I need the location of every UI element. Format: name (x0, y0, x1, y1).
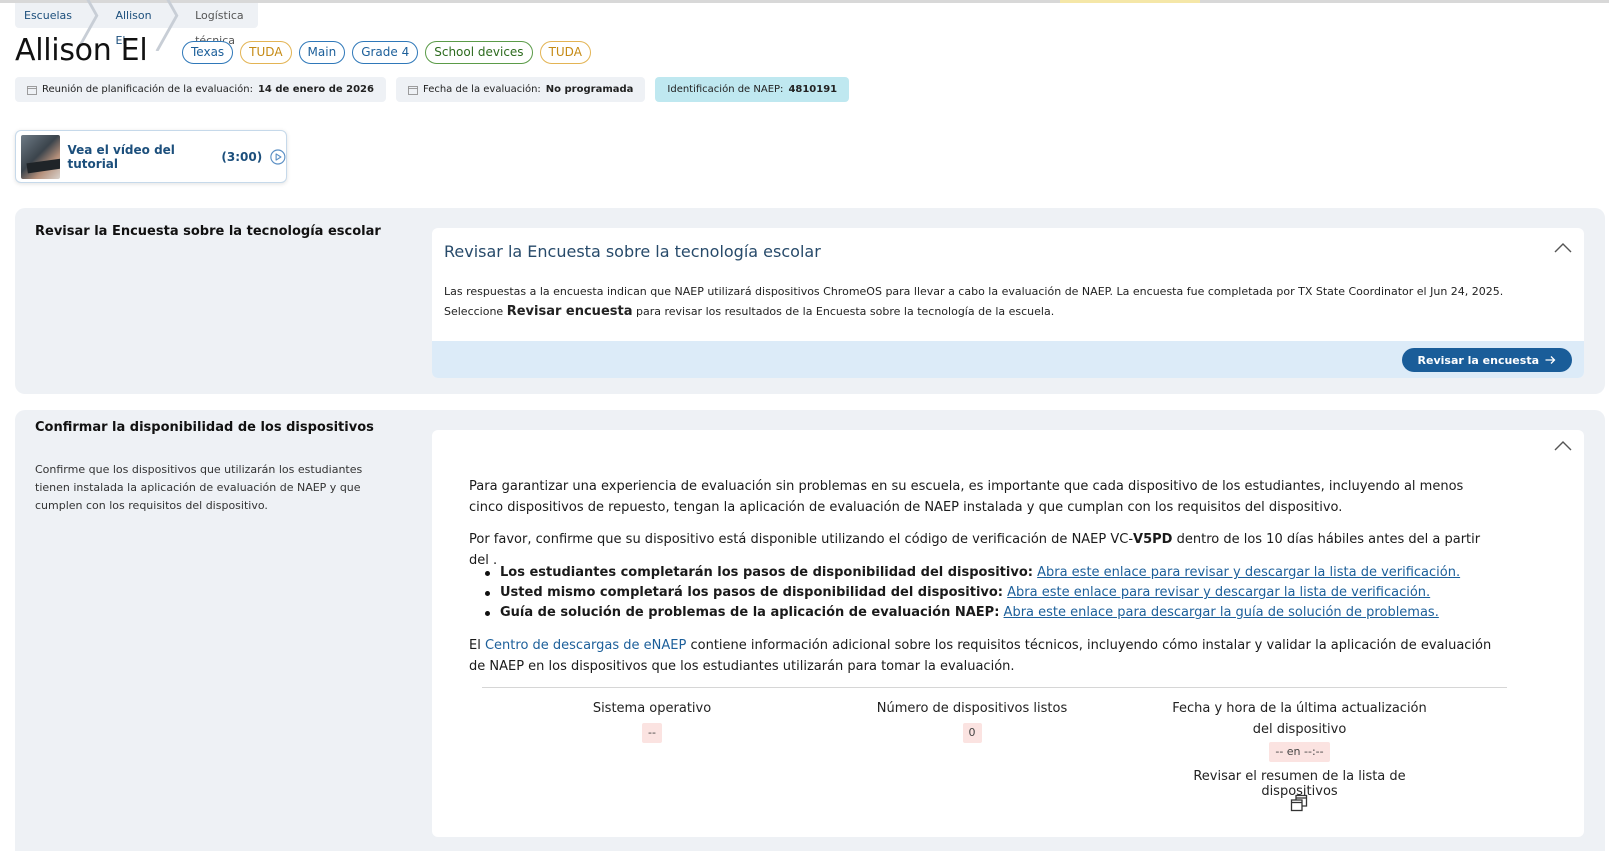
list-item-label: Usted mismo completará los pasos de disp… (500, 585, 1004, 600)
download-center-link[interactable]: Centro de descargas de eNAEP (485, 638, 686, 653)
survey-panel-footer: Revisar la encuesta (432, 341, 1584, 378)
naep-id-value: 4810191 (788, 84, 838, 95)
survey-text-bold: Revisar encuesta (506, 304, 633, 319)
tutorial-label: Vea el vídeo del tutorial (67, 142, 175, 171)
tag-list: Texas TUDA Main Grade 4 School devices T… (182, 41, 591, 64)
open-window-icon[interactable] (1290, 794, 1308, 812)
survey-section-title: Revisar la Encuesta sobre la tecnología … (35, 224, 381, 239)
tutorial-duration: (3:00) (221, 149, 263, 164)
intro-paragraph: Para garantizar una experiencia de evalu… (469, 479, 1464, 515)
stat-label: Fecha y hora de la última actualización … (1172, 701, 1427, 737)
device-readiness-section: Confirmar la disponibilidad de los dispo… (15, 410, 1605, 851)
list-item-label: Los estudiantes completarán los pasos de… (500, 565, 1033, 580)
troubleshooting-guide-link[interactable]: Abra este enlace para descargar la guía … (1004, 605, 1439, 620)
breadcrumb-current: Logística técnica (195, 9, 244, 47)
device-readiness-panel: Para garantizar una experiencia de evalu… (432, 430, 1584, 837)
list-item: Los estudiantes completarán los pasos de… (482, 563, 1460, 583)
tag-main: Main (298, 41, 346, 64)
assessment-date-label: Fecha de la evaluación: (422, 84, 541, 95)
tutorial-video-card[interactable]: Vea el vídeo del tutorial (3:00) (15, 130, 287, 183)
survey-text-part2: para revisar los resultados de la Encues… (635, 305, 1055, 318)
calendar-icon (408, 85, 418, 95)
naep-id-label: Identificación de NAEP: (667, 84, 784, 95)
stat-operating-system: Sistema operativo -- (562, 698, 742, 743)
tag-tuda-2: TUDA (539, 41, 591, 64)
verification-code: V5PD (1133, 532, 1173, 547)
stat-label: Sistema operativo (592, 701, 712, 716)
survey-section: Revisar la Encuesta sobre la tecnología … (15, 208, 1605, 394)
stat-value: -- (642, 723, 662, 743)
survey-text: Las respuestas a la encuesta indican que… (444, 282, 1554, 322)
stat-label: Número de dispositivos listos (876, 701, 1068, 716)
chevron-up-icon[interactable] (1554, 242, 1572, 254)
review-survey-button-label: Revisar la encuesta (1417, 353, 1539, 367)
tag-state: Texas (182, 41, 234, 64)
stat-ready-devices: Número de dispositivos listos 0 (872, 698, 1072, 743)
assessment-date-info: Fecha de la evaluación: No programada (395, 77, 646, 102)
planning-meeting-value: 14 de enero de 2026 (257, 84, 374, 95)
resource-list: Los estudiantes completarán los pasos de… (482, 563, 1460, 623)
chevron-right-icon (155, 0, 179, 52)
review-survey-button[interactable]: Revisar la encuesta (1401, 348, 1572, 372)
list-item: Guía de solución de problemas de la apli… (482, 603, 1460, 623)
tag-devices: School devices (425, 41, 533, 64)
breadcrumb: Escuelas Allison El Logística técnica (15, 0, 258, 52)
download-text-before: El (469, 638, 485, 653)
staff-checklist-link[interactable]: Abra este enlace para revisar y descarga… (1007, 585, 1430, 600)
stat-last-update: Fecha y hora de la última actualización … (1162, 698, 1437, 762)
tag-tuda: TUDA (240, 41, 292, 64)
tutorial-thumbnail (21, 134, 60, 179)
verification-text-before: Por favor, confirme que su dispositivo e… (469, 532, 1134, 547)
naep-id-info: Identificación de NAEP: 4810191 (655, 77, 850, 102)
list-item-label: Guía de solución de problemas de la apli… (500, 605, 1000, 620)
divider (482, 687, 1507, 688)
planning-meeting-label: Reunión de planificación de la evaluació… (42, 84, 253, 95)
chevron-up-icon[interactable] (1554, 440, 1572, 452)
play-icon[interactable] (270, 148, 286, 166)
assessment-date-value: No programada (545, 84, 634, 95)
download-center-paragraph: El Centro de descargas de eNAEP contiene… (469, 635, 1494, 677)
tag-grade: Grade 4 (352, 41, 419, 64)
arrow-right-icon (1545, 356, 1556, 364)
survey-panel-title: Revisar la Encuesta sobre la tecnología … (444, 242, 821, 261)
planning-meeting-info: Reunión de planificación de la evaluació… (15, 77, 386, 102)
stat-value: -- en --:-- (1269, 742, 1330, 762)
info-bar: Reunión de planificación de la evaluació… (15, 77, 850, 102)
device-readiness-title: Confirmar la disponibilidad de los dispo… (35, 420, 374, 435)
calendar-icon (27, 85, 37, 95)
page-title: Allison El (15, 33, 148, 68)
list-item: Usted mismo completará los pasos de disp… (482, 583, 1460, 603)
stat-value: 0 (962, 723, 982, 743)
device-readiness-desc: Confirme que los dispositivos que utiliz… (35, 463, 363, 512)
survey-panel: Revisar la Encuesta sobre la tecnología … (432, 228, 1584, 378)
student-checklist-link[interactable]: Abra este enlace para revisar y descarga… (1037, 565, 1460, 580)
